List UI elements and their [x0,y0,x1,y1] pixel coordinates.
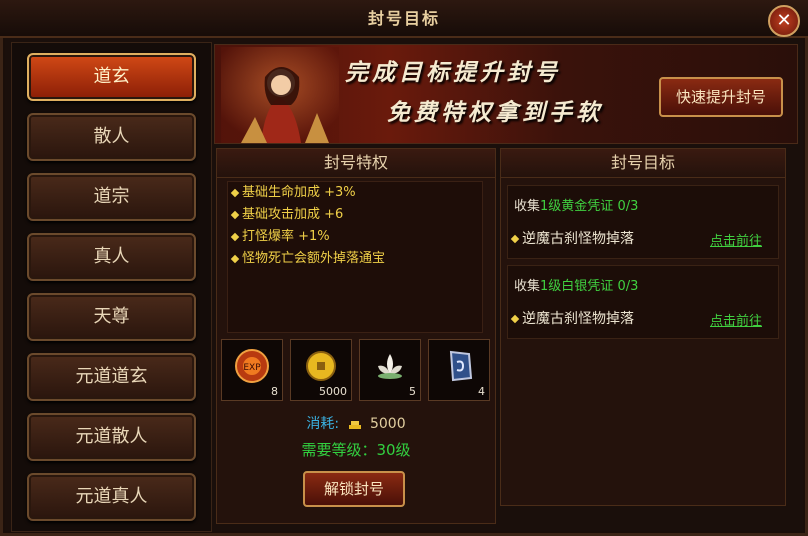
orb-icon: EXP [235,349,269,383]
rank-tab-yuandao-daoxuan[interactable]: 元道道玄 [27,353,196,401]
banner-slogan-line1: 完成目标提升封号 [345,60,561,86]
goto-link[interactable]: 点击前往 [710,230,762,249]
rank-tab-sanren[interactable]: 散人 [27,113,196,161]
cost-label: 消耗: [306,416,340,432]
unlock-rank-button[interactable]: 解锁封号 [303,471,405,507]
reward-slot[interactable]: EXP 8 [221,339,283,401]
level-requirement: 需要等级：30级 [301,441,411,459]
reward-slot[interactable]: 5 [359,339,421,401]
bullet-icon [230,232,240,241]
privilege-panel-title: 封号特权 [217,149,495,178]
rank-sidebar: 道玄 散人 道宗 真人 天尊 元道道玄 元道散人 元道真人 [11,42,212,532]
privilege-item: 打怪爆率 +1% [228,226,482,248]
bullet-icon [230,210,240,219]
close-button[interactable]: ✕ [768,5,800,37]
reward-count: 5000 [319,385,347,398]
bullet-icon [230,254,240,263]
cost-value: 5000 [369,416,406,432]
rank-tab-daozong[interactable]: 道宗 [27,173,196,221]
banner-slogan-line2: 免费特权拿到手软 [387,100,603,126]
promo-banner: 完成目标提升封号 免费特权拿到手软 快速提升封号 [214,44,798,144]
title-bar: 封号目标 ✕ [0,0,808,38]
svg-text:EXP: EXP [243,363,261,373]
gold-ingot-icon [348,421,361,429]
bullet-icon [230,188,240,197]
privilege-item: 基础生命加成 +3% [228,182,482,204]
lotus-icon [378,354,402,379]
gold-coin-icon [306,351,336,381]
quick-rank-up-button[interactable]: 快速提升封号 [659,77,783,117]
bullet-icon [510,314,520,324]
target-panel-title: 封号目标 [501,149,785,178]
privilege-panel: 封号特权 基础生命加成 +3% 基础攻击加成 +6 打怪爆率 +1% 怪物死亡会… [216,148,496,524]
goto-link[interactable]: 点击前往 [710,310,762,329]
rank-goal-window: 封号目标 ✕ 道玄 散人 道宗 真人 天尊 元道道玄 元道散人 元道真人 完成目… [0,0,808,536]
cost-line: 消耗: 5000 [217,413,495,433]
privilege-item: 怪物死亡会额外掉落通宝 [228,248,482,270]
reward-count: 8 [271,385,278,398]
reward-slot[interactable]: 4 [428,339,490,401]
reward-slot[interactable]: 5000 [290,339,352,401]
privilege-item: 基础攻击加成 +6 [228,204,482,226]
rune-stone-icon [449,350,473,382]
target-source: 逆魔古刹怪物掉落 [510,228,634,248]
window-title: 封号目标 [367,9,440,28]
bullet-icon [510,234,520,244]
reward-count: 4 [478,385,485,398]
rank-tab-yuandao-sanren[interactable]: 元道散人 [27,413,196,461]
rank-tab-yuandao-zhenren[interactable]: 元道真人 [27,473,196,521]
rank-tab-daoxuan[interactable]: 道玄 [27,53,196,101]
rank-tab-tianzun[interactable]: 天尊 [27,293,196,341]
reward-count: 5 [409,385,416,398]
target-description: 收集1级白银凭证 0/3 [514,279,639,294]
rank-tab-zhenren[interactable]: 真人 [27,233,196,281]
privilege-list: 基础生命加成 +3% 基础攻击加成 +6 打怪爆率 +1% 怪物死亡会额外掉落通… [227,181,483,333]
target-card: 收集1级白银凭证 0/3 逆魔古刹怪物掉落 点击前往 [507,265,779,339]
hero-portrait-icon [221,47,339,143]
target-description: 收集1级黄金凭证 0/3 [514,199,639,214]
target-source: 逆魔古刹怪物掉落 [510,308,634,328]
target-panel: 封号目标 收集1级黄金凭证 0/3 逆魔古刹怪物掉落 点击前往 收集1级白银凭证… [500,148,786,506]
target-card: 收集1级黄金凭证 0/3 逆魔古刹怪物掉落 点击前往 [507,185,779,259]
